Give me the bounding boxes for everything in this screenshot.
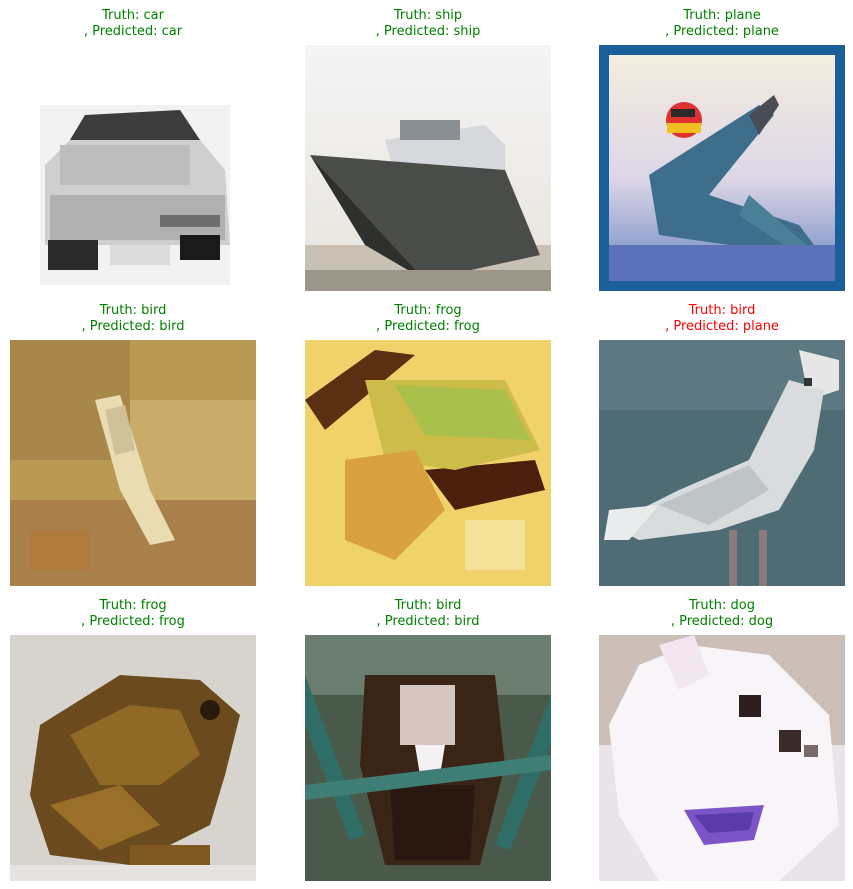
panel-title: Truth: ship , Predicted: ship (305, 8, 551, 40)
bird-in-cage-photo (305, 635, 551, 881)
dog-photo (599, 635, 845, 881)
truth-label: Truth: bird (99, 303, 167, 318)
car-photo (10, 45, 256, 291)
plane-photo (599, 45, 845, 291)
toad-photo (10, 635, 256, 881)
panel-title: Truth: bird , Predicted: bird (305, 598, 551, 630)
panel-title: Truth: dog , Predicted: dog (599, 598, 845, 630)
predicted-label: , Predicted: dog (670, 614, 774, 629)
ship-photo (305, 45, 551, 291)
panel-title: Truth: frog , Predicted: frog (305, 303, 551, 335)
panel-title: Truth: bird , Predicted: bird (10, 303, 256, 335)
predicted-label: , Predicted: bird (376, 614, 480, 629)
predicted-label: , Predicted: frog (376, 319, 480, 334)
truth-label: Truth: frog (99, 598, 167, 613)
truth-label: Truth: bird (394, 598, 462, 613)
panel-title: Truth: plane , Predicted: plane (599, 8, 845, 40)
truth-label: Truth: bird (688, 303, 756, 318)
truth-label: Truth: ship (393, 8, 463, 23)
predicted-label: , Predicted: frog (81, 614, 185, 629)
predicted-label: , Predicted: ship (375, 24, 481, 39)
predicted-label: , Predicted: plane (665, 24, 779, 39)
frog-photo (305, 340, 551, 586)
predicted-label: , Predicted: plane (665, 319, 779, 334)
truth-label: Truth: plane (683, 8, 761, 23)
predicted-label: , Predicted: car (83, 24, 183, 39)
panel-title: Truth: frog , Predicted: frog (10, 598, 256, 630)
truth-label: Truth: dog (689, 598, 755, 613)
truth-label: Truth: car (102, 8, 164, 23)
predicted-label: , Predicted: bird (81, 319, 185, 334)
panel-title: Truth: bird , Predicted: plane (599, 303, 845, 335)
seagull-photo (599, 340, 845, 586)
panel-title: Truth: car , Predicted: car (10, 8, 256, 40)
bird-photo (10, 340, 256, 586)
truth-label: Truth: frog (394, 303, 462, 318)
